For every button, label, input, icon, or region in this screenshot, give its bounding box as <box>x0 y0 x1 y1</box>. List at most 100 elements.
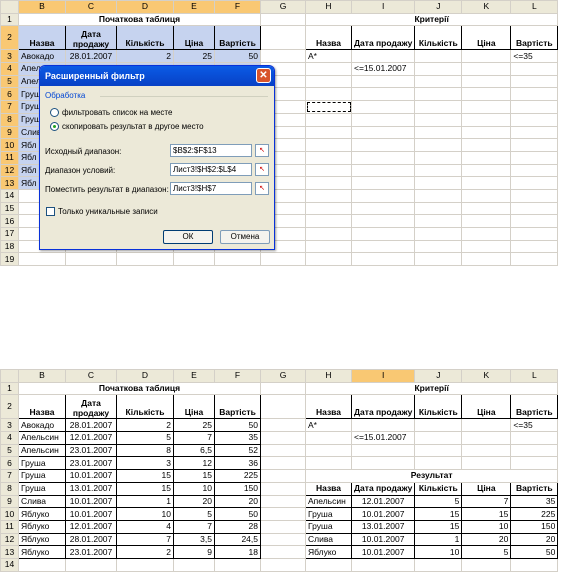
row-header[interactable]: 18 <box>0 239 19 254</box>
cell[interactable] <box>461 201 512 216</box>
col-header-l[interactable]: L <box>510 0 559 14</box>
cell[interactable] <box>260 394 306 420</box>
criteria-cost-cell[interactable] <box>510 443 559 458</box>
source-cell[interactable]: Яблуко <box>18 519 66 534</box>
cell[interactable] <box>414 62 463 76</box>
criteria-name-cell[interactable] <box>305 456 352 471</box>
source-cell[interactable]: 28.01.2007 <box>65 532 117 547</box>
criteria-header-cell[interactable]: Ціна <box>461 25 512 51</box>
source-cell[interactable]: 9 <box>173 545 215 559</box>
cell[interactable] <box>461 62 512 76</box>
header-cell[interactable]: Кількість <box>116 25 174 51</box>
col-header-k[interactable]: K <box>461 369 512 383</box>
source-cell[interactable]: 15 <box>116 469 174 483</box>
source-table-title[interactable]: Початкова таблиця <box>18 381 261 396</box>
cell[interactable] <box>260 557 306 572</box>
criteria-cost-cell[interactable]: <=35 <box>510 418 559 433</box>
source-cell[interactable]: 2 <box>116 545 174 559</box>
source-table-title[interactable]: Початкова таблиця <box>18 12 261 27</box>
cell[interactable] <box>350 557 416 572</box>
col-header-g[interactable]: G <box>260 369 306 383</box>
cell[interactable] <box>350 418 416 433</box>
cell[interactable] <box>350 443 416 458</box>
cell[interactable] <box>414 418 463 433</box>
row-header[interactable]: 14 <box>0 557 19 572</box>
cell[interactable] <box>414 431 463 445</box>
cell[interactable] <box>350 125 416 140</box>
col-header-j[interactable]: J <box>414 369 463 383</box>
cell[interactable] <box>350 201 416 216</box>
cell[interactable] <box>260 381 306 396</box>
cell[interactable] <box>414 557 463 572</box>
cell[interactable] <box>461 176 512 190</box>
cell[interactable] <box>510 163 559 178</box>
col-header-e[interactable]: E <box>173 0 215 14</box>
source-cell[interactable]: 10.01.2007 <box>65 469 117 483</box>
source-cell[interactable]: 1 <box>116 494 174 509</box>
cell[interactable] <box>461 125 512 140</box>
criteria-name-cell[interactable]: А* <box>305 418 352 433</box>
cell[interactable] <box>305 163 352 178</box>
result-cell[interactable]: 10.01.2007 <box>350 507 416 521</box>
row-header[interactable]: 4 <box>0 431 19 445</box>
cell[interactable] <box>414 112 463 127</box>
cell[interactable] <box>510 239 559 254</box>
source-cell[interactable]: 20 <box>173 494 215 509</box>
row-header[interactable]: 19 <box>0 252 19 267</box>
cell[interactable] <box>510 557 559 572</box>
col-header-h[interactable]: H <box>305 0 352 14</box>
cell[interactable] <box>305 239 352 254</box>
cell[interactable] <box>350 239 416 254</box>
cell[interactable] <box>414 138 463 152</box>
source-cell[interactable]: 23.01.2007 <box>65 545 117 559</box>
result-cell[interactable]: 35 <box>510 494 559 509</box>
cell[interactable] <box>414 456 463 471</box>
cell[interactable] <box>461 112 512 127</box>
row-header[interactable]: 10 <box>0 507 19 521</box>
source-cell[interactable]: 7 <box>173 519 215 534</box>
cell[interactable] <box>350 214 416 228</box>
criteria-cost-cell[interactable] <box>510 431 559 445</box>
source-cell[interactable]: 13.01.2007 <box>65 481 117 496</box>
cell[interactable] <box>260 519 306 534</box>
cell[interactable] <box>260 494 306 509</box>
result-header-cell[interactable]: Ціна <box>461 481 512 496</box>
cell[interactable] <box>510 87 559 102</box>
row-header[interactable]: 13 <box>0 545 19 559</box>
cell[interactable] <box>510 227 559 241</box>
cell[interactable] <box>350 138 416 152</box>
criteria-title[interactable]: Критерії <box>304 12 559 27</box>
criteria-date-cell[interactable]: <=15.01.2007 <box>350 431 416 445</box>
result-cell[interactable]: Слива <box>305 532 352 547</box>
col-header-c[interactable]: C <box>65 0 117 14</box>
source-cell[interactable]: Яблуко <box>18 507 66 521</box>
source-cell[interactable]: 10 <box>116 507 174 521</box>
row-header[interactable]: 15 <box>0 201 19 216</box>
row-header[interactable]: 13 <box>0 176 19 190</box>
result-cell[interactable]: 225 <box>510 507 559 521</box>
cell[interactable] <box>260 418 306 433</box>
row-header[interactable]: 11 <box>0 150 19 165</box>
cell[interactable] <box>18 252 66 267</box>
row-header[interactable]: 6 <box>0 456 19 471</box>
cell[interactable] <box>350 163 416 178</box>
cell[interactable] <box>414 100 463 114</box>
cell[interactable] <box>260 532 306 547</box>
cell[interactable] <box>305 227 352 241</box>
col-header-b[interactable]: B <box>18 369 66 383</box>
cell[interactable] <box>461 557 512 572</box>
cell[interactable] <box>260 443 306 458</box>
cell[interactable]: Авокадо <box>18 49 66 64</box>
source-cell[interactable]: 25 <box>173 418 215 433</box>
source-cell[interactable]: 15 <box>116 481 174 496</box>
header-cell[interactable]: Дата продажу <box>65 394 117 420</box>
header-cell[interactable]: Назва <box>18 394 66 420</box>
criteria-cost-cell[interactable] <box>510 456 559 471</box>
source-cell[interactable]: 3 <box>116 456 174 471</box>
row-header[interactable]: 14 <box>0 188 19 203</box>
cell[interactable] <box>461 87 512 102</box>
source-cell[interactable]: Слива <box>18 494 66 509</box>
source-cell[interactable]: Груша <box>18 469 66 483</box>
result-cell[interactable]: 15 <box>461 507 512 521</box>
source-cell[interactable]: 50 <box>214 418 261 433</box>
